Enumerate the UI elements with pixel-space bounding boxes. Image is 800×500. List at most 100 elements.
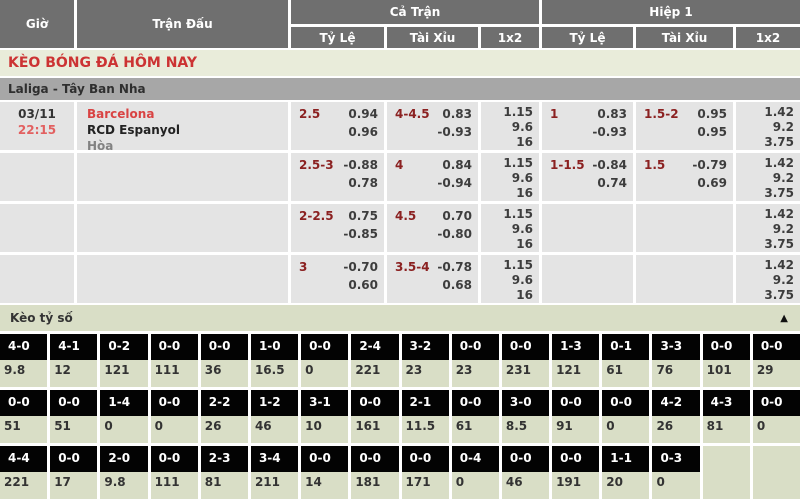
h1-1x2-cell[interactable]: 1.429.23.75 [736, 153, 800, 201]
score-odds-cell[interactable]: 0 [151, 416, 198, 443]
score-cell[interactable]: 0-0 [301, 334, 348, 360]
score-odds-cell[interactable]: 121 [100, 360, 147, 387]
score-odds-cell[interactable]: 91 [552, 416, 599, 443]
score-cell[interactable]: 0-0 [703, 334, 750, 360]
score-odds-cell[interactable]: 16.5 [251, 360, 298, 387]
score-cell[interactable]: 0-0 [151, 446, 198, 472]
score-odds-cell[interactable]: 12 [50, 360, 97, 387]
score-odds-cell[interactable]: 211 [251, 472, 298, 499]
ft-handicap-cell[interactable]: 2-2.50.75-0.85 [291, 204, 384, 252]
score-odds-cell[interactable]: 26 [652, 416, 699, 443]
h1-overunder-cell[interactable]: 1.5-0.790.69 [636, 153, 733, 201]
score-odds-cell[interactable]: 0 [100, 416, 147, 443]
score-cell[interactable]: 1-2 [251, 390, 298, 416]
score-cell[interactable]: 0-0 [201, 334, 248, 360]
ft-1x2-cell[interactable]: 1.159.616 [481, 102, 539, 150]
score-cell[interactable]: 0-0 [552, 446, 599, 472]
score-cell[interactable]: 4-4 [0, 446, 47, 472]
score-cell[interactable]: 0-0 [602, 390, 649, 416]
ft-handicap-cell[interactable]: 2.50.940.96 [291, 102, 384, 150]
score-odds-cell[interactable]: 0 [652, 472, 699, 499]
score-cell[interactable]: 4-1 [50, 334, 97, 360]
score-odds-cell[interactable]: 121 [552, 360, 599, 387]
collapse-arrow-icon[interactable]: ▲ [780, 313, 788, 324]
score-odds-cell[interactable]: 76 [652, 360, 699, 387]
score-cell[interactable]: 0-0 [502, 446, 549, 472]
score-cell[interactable]: 0-0 [452, 334, 499, 360]
score-cell[interactable]: 2-4 [351, 334, 398, 360]
h1-1x2-cell[interactable]: 1.429.23.75 [736, 102, 800, 150]
score-cell[interactable]: 0-0 [753, 334, 800, 360]
score-odds-cell[interactable]: 10 [301, 416, 348, 443]
score-odds-cell[interactable]: 8.5 [502, 416, 549, 443]
score-cell[interactable]: 4-0 [0, 334, 47, 360]
score-cell[interactable]: 0-0 [351, 446, 398, 472]
score-cell[interactable]: 3-0 [502, 390, 549, 416]
score-odds-cell[interactable]: 23 [402, 360, 449, 387]
score-odds-cell[interactable]: 51 [50, 416, 97, 443]
away-team[interactable]: RCD Espanyol [87, 122, 288, 138]
score-cell[interactable]: 0-0 [301, 446, 348, 472]
score-cell[interactable]: 0-0 [753, 390, 800, 416]
ft-1x2-cell[interactable]: 1.159.616 [481, 255, 539, 303]
score-cell[interactable]: 0-0 [50, 390, 97, 416]
score-odds-cell[interactable]: 17 [50, 472, 97, 499]
score-cell[interactable]: 3-3 [652, 334, 699, 360]
score-cell[interactable]: 0-0 [0, 390, 47, 416]
score-odds-cell[interactable]: 29 [753, 360, 800, 387]
score-odds-cell[interactable]: 36 [201, 360, 248, 387]
score-odds-cell[interactable]: 46 [251, 416, 298, 443]
h1-handicap-cell[interactable]: 10.83-0.93 [542, 102, 633, 150]
score-odds-cell[interactable]: 231 [502, 360, 549, 387]
score-odds-cell[interactable]: 51 [0, 416, 47, 443]
score-cell[interactable]: 1-0 [251, 334, 298, 360]
h1-1x2-cell[interactable]: 1.429.23.75 [736, 204, 800, 252]
score-cell[interactable]: 3-2 [402, 334, 449, 360]
score-cell[interactable]: 0-0 [351, 390, 398, 416]
score-odds-cell[interactable]: 181 [351, 472, 398, 499]
ft-1x2-cell[interactable]: 1.159.616 [481, 153, 539, 201]
score-odds-cell[interactable]: 191 [552, 472, 599, 499]
ft-handicap-cell[interactable]: 3-0.700.60 [291, 255, 384, 303]
score-odds-cell[interactable]: 61 [602, 360, 649, 387]
h1-1x2-cell[interactable]: 1.429.23.75 [736, 255, 800, 303]
score-odds-cell[interactable]: 0 [452, 472, 499, 499]
score-cell[interactable]: 2-2 [201, 390, 248, 416]
score-cell[interactable]: 2-1 [402, 390, 449, 416]
score-cell[interactable]: 0-0 [50, 446, 97, 472]
score-odds-cell[interactable]: 221 [0, 472, 47, 499]
score-cell[interactable]: 1-3 [552, 334, 599, 360]
score-odds-cell[interactable]: 221 [351, 360, 398, 387]
score-odds-cell[interactable]: 161 [351, 416, 398, 443]
score-cell[interactable]: 0-1 [602, 334, 649, 360]
score-odds-cell[interactable]: 81 [703, 416, 750, 443]
score-cell[interactable]: 0-3 [652, 446, 699, 472]
score-odds-cell[interactable]: 171 [402, 472, 449, 499]
score-odds-cell[interactable]: 111 [151, 360, 198, 387]
h1-handicap-cell[interactable]: 1-1.5-0.840.74 [542, 153, 633, 201]
score-cell[interactable]: 0-2 [100, 334, 147, 360]
score-odds-cell[interactable]: 23 [452, 360, 499, 387]
score-cell[interactable]: 0-0 [402, 446, 449, 472]
ft-1x2-cell[interactable]: 1.159.616 [481, 204, 539, 252]
score-odds-cell[interactable]: 0 [301, 360, 348, 387]
score-odds-cell[interactable]: 0 [753, 416, 800, 443]
score-cell[interactable]: 0-4 [452, 446, 499, 472]
score-odds-cell[interactable]: 0 [602, 416, 649, 443]
score-cell[interactable]: 2-0 [100, 446, 147, 472]
score-odds-cell[interactable]: 11.5 [402, 416, 449, 443]
score-cell[interactable]: 0-0 [552, 390, 599, 416]
score-cell[interactable]: 0-0 [502, 334, 549, 360]
score-odds-cell[interactable]: 46 [502, 472, 549, 499]
ft-overunder-cell[interactable]: 4-4.50.83-0.93 [387, 102, 478, 150]
score-cell[interactable]: 0-0 [151, 390, 198, 416]
score-cell[interactable]: 4-3 [703, 390, 750, 416]
ft-handicap-cell[interactable]: 2.5-3-0.880.78 [291, 153, 384, 201]
home-team[interactable]: Barcelona [87, 106, 288, 122]
score-odds-cell[interactable]: 101 [703, 360, 750, 387]
score-cell[interactable]: 4-2 [652, 390, 699, 416]
score-odds-cell[interactable]: 61 [452, 416, 499, 443]
score-odds-cell[interactable]: 20 [602, 472, 649, 499]
score-cell[interactable]: 2-3 [201, 446, 248, 472]
score-cell[interactable]: 0-0 [151, 334, 198, 360]
